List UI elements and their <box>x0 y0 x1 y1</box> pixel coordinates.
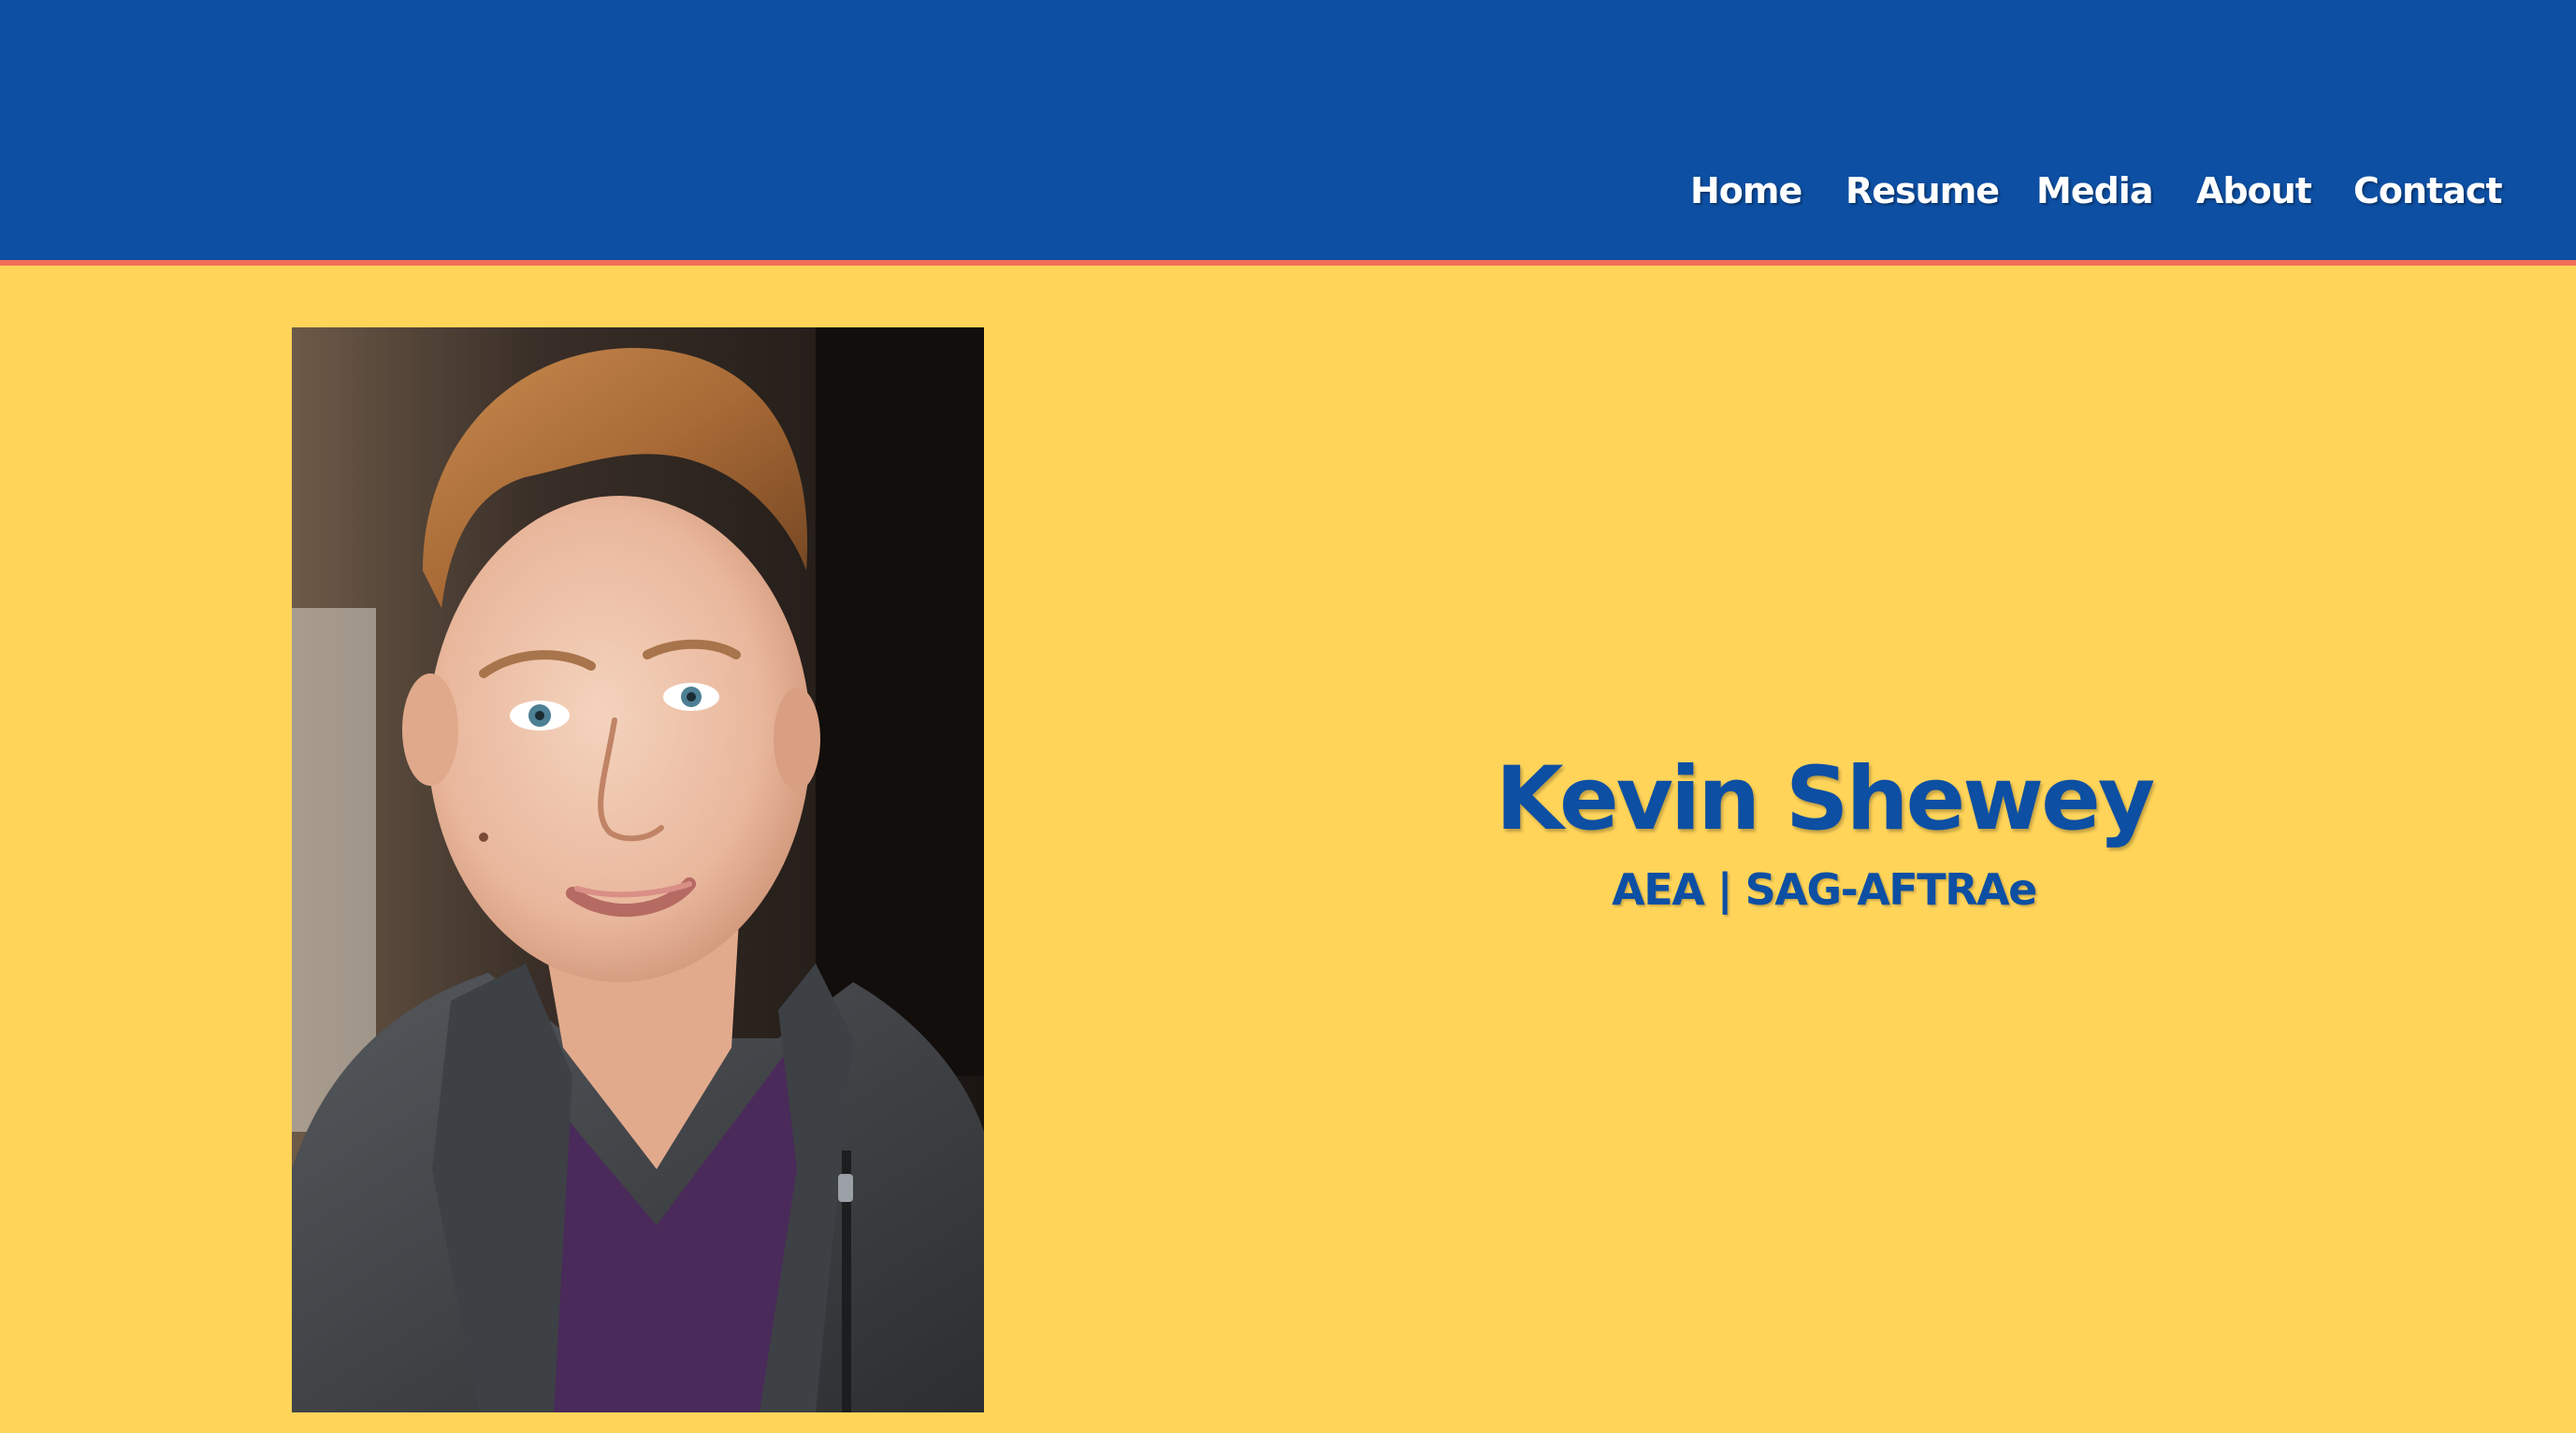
nav-resume-link[interactable]: Resume <box>1845 165 2000 217</box>
nav-contact-link[interactable]: Contact <box>2353 165 2503 217</box>
header-accent-line <box>0 260 2576 266</box>
performer-name: Kevin Shewey <box>1495 748 2155 850</box>
hero-title-block: Kevin Shewey AEA | SAG-AFTRAe <box>1403 739 2245 919</box>
nav-media-link[interactable]: Media <box>2036 165 2153 217</box>
nav-home-link[interactable]: Home <box>1690 165 1802 217</box>
headshot-photo <box>292 327 984 1412</box>
site-header: Home Resume Media About Contact <box>0 0 2576 260</box>
nav-about-link[interactable]: About <box>2196 165 2312 217</box>
union-affiliations: AEA | SAG-AFTRAe <box>1612 864 2037 915</box>
main-nav: Home Resume Media About Contact <box>0 165 2576 217</box>
page: Home Resume Media About Contact Kevin Sh… <box>0 0 2576 1433</box>
